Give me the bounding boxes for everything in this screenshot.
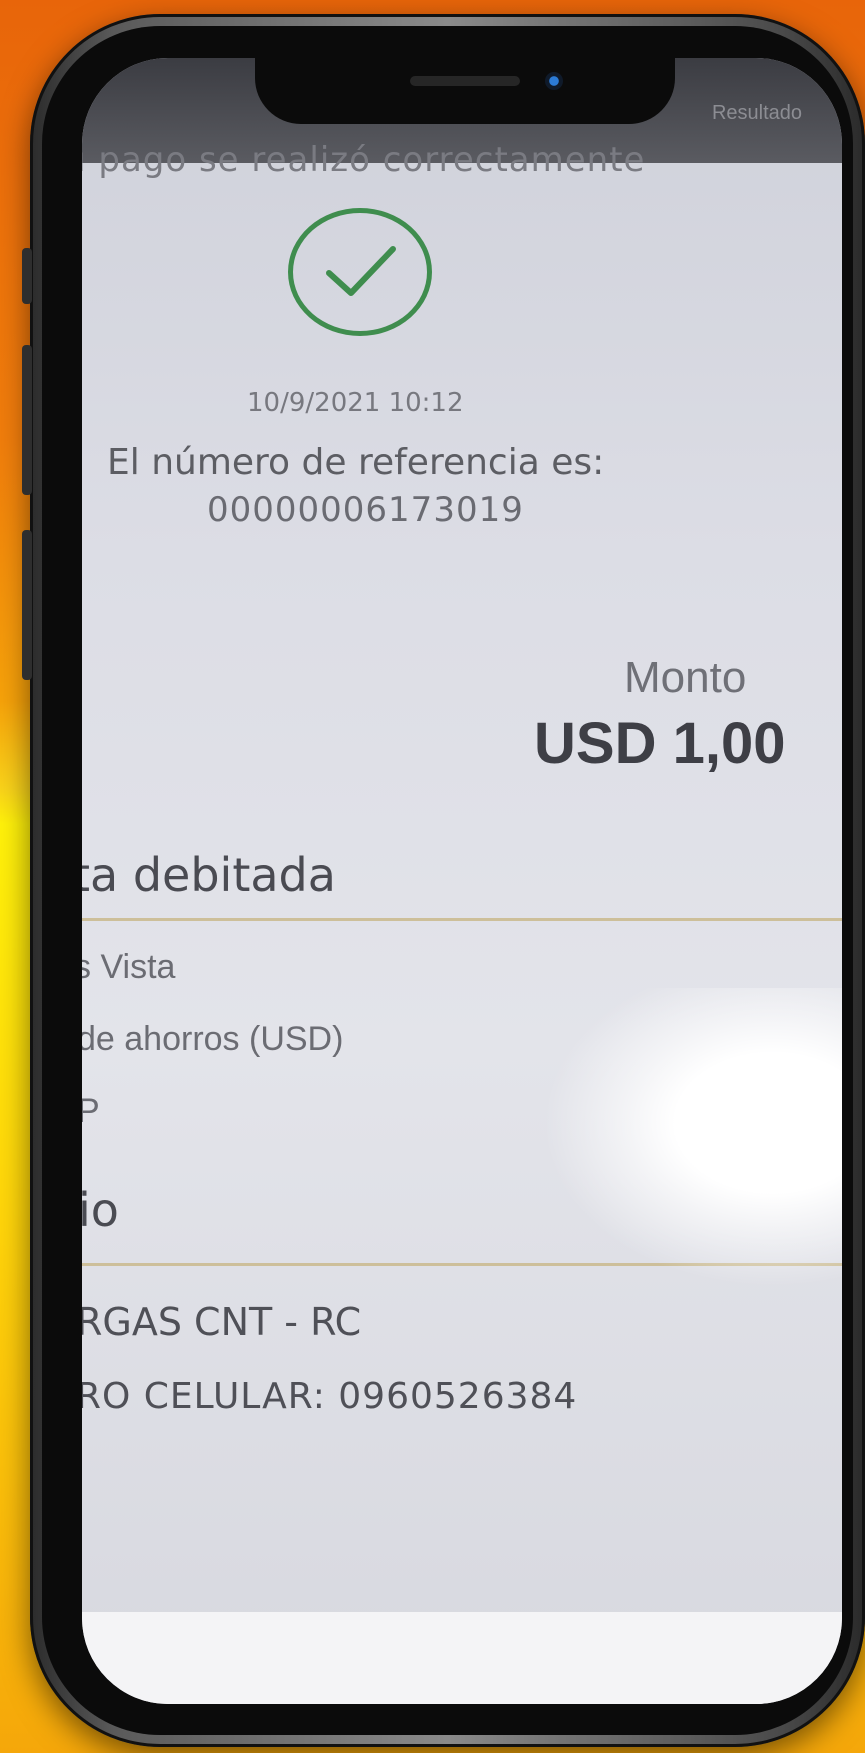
success-message: u pago se realizó correctamente <box>82 140 646 180</box>
payment-datetime: 10/9/2021 10:12 <box>247 388 464 418</box>
light-glare <box>542 988 842 1288</box>
bottom-bar <box>82 1612 842 1704</box>
reference-label: El número de referencia es: <box>107 442 605 483</box>
volume-up-button <box>22 345 32 495</box>
account-name: s Vista <box>82 948 176 986</box>
speaker-grille <box>410 76 520 86</box>
reference-number: 00000006173019 <box>207 490 524 530</box>
front-camera-icon <box>545 72 563 90</box>
amount-label: Monto <box>624 653 747 702</box>
section-divider <box>82 918 842 921</box>
account-type: de ahorros (USD) <box>82 1020 344 1058</box>
volume-down-button <box>22 530 32 680</box>
mute-switch <box>22 248 32 304</box>
account-number: P <box>82 1092 100 1130</box>
top-bar-label: Resultado <box>711 102 802 124</box>
debited-account-title: ta debitada <box>82 848 336 902</box>
amount-value: USD 1,00 <box>534 711 786 776</box>
phone-notch <box>255 58 675 124</box>
service-title: io <box>82 1183 119 1237</box>
service-name: RGAS CNT - RC <box>82 1300 362 1344</box>
service-phone: RO CELULAR: 0960526384 <box>82 1376 578 1417</box>
phone-screen: Resultado u pago se realizó correctament… <box>82 58 842 1704</box>
check-circle-icon <box>288 208 432 336</box>
